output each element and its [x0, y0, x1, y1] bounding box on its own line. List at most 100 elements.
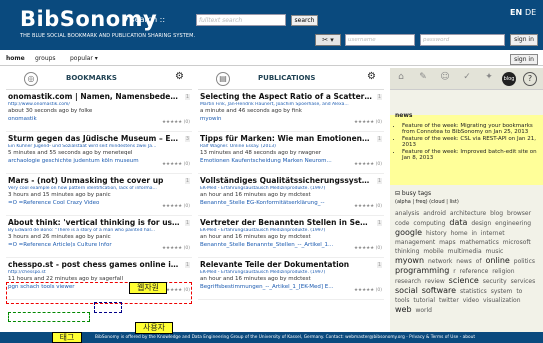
help-icon[interactable]: ? — [523, 72, 537, 86]
nav-groups[interactable]: groups — [35, 55, 56, 62]
tag-cloud-item[interactable]: google — [395, 228, 422, 237]
post-title[interactable]: onomastik.com | Namen, Namensbedeutung. … — [8, 92, 180, 102]
tag-cloud-item[interactable]: analysis — [395, 210, 419, 217]
tag-cloud-item[interactable]: blog — [490, 210, 503, 217]
tag-cloud-item[interactable]: of — [476, 258, 482, 265]
pencil-icon[interactable]: ✎ — [416, 72, 430, 86]
tag-cloud-item[interactable]: online — [485, 256, 509, 265]
tag-cloud-item[interactable]: code — [395, 220, 409, 227]
tag-cloud-item[interactable]: maps — [439, 239, 455, 246]
lang-en-link[interactable]: EN — [510, 8, 522, 17]
nav-popular[interactable]: popular ▾ — [70, 55, 98, 62]
tag-cloud-item[interactable]: reference — [460, 268, 489, 275]
tag-cloud-item[interactable]: engineering — [495, 220, 531, 227]
tag-cloud-item[interactable]: myown — [395, 256, 424, 265]
rating-stars: ★★★★★ (0) — [354, 120, 382, 125]
tag-cloud-item[interactable]: in — [472, 230, 477, 237]
search-dropdown[interactable]: ▾ search :: — [124, 15, 165, 24]
tag-cloud-item[interactable]: data — [449, 218, 467, 227]
post-title[interactable]: Vollständiges QualitätssicherungssystemG… — [200, 176, 372, 186]
post-count-badge: 1 — [184, 178, 190, 184]
post-title[interactable]: Sturm gegen das Jüdische Museum – Einflu… — [8, 134, 180, 144]
post-tags[interactable]: Benannte_Stelle EG-Konformitätserklärung… — [200, 200, 372, 208]
tag-cloud-item[interactable]: management — [395, 239, 435, 246]
search-input[interactable]: fulltext search — [196, 14, 286, 26]
tag-cloud-item[interactable]: history — [426, 230, 447, 237]
post-tags[interactable]: onomastik — [8, 116, 180, 124]
search-button[interactable]: search — [291, 15, 318, 26]
tag-cloud-item[interactable]: mobile — [423, 248, 443, 255]
tag-cloud-item[interactable]: music — [486, 248, 504, 255]
tag-cloud-item[interactable]: tutorial — [413, 297, 435, 304]
busy-tags-view-options[interactable]: (alpha | freq) (cloud | list) — [395, 199, 538, 205]
tag-cloud-item[interactable]: design — [471, 220, 491, 227]
check-icon[interactable]: ✓ — [460, 72, 474, 86]
tag-cloud-item[interactable]: multimedia — [448, 248, 482, 255]
tag-cloud-item[interactable]: mathematics — [460, 239, 499, 246]
post-title[interactable]: Tipps für Marken: Wie man Emotionen bei … — [200, 134, 372, 144]
tag-cloud-item[interactable]: news — [456, 258, 472, 265]
post-tags[interactable]: =O =Reference Article(s Culture Infor — [8, 242, 180, 250]
bookmark-add-icon[interactable]: ⌂ — [394, 72, 408, 86]
post-tags[interactable]: Emotionen Kaufentscheidung Marken Neurom… — [200, 158, 372, 166]
password-input[interactable]: password — [420, 34, 505, 46]
blog-icon[interactable]: blog — [502, 72, 516, 86]
post-title[interactable]: Mars - (not) Unmasking the cover up — [8, 176, 180, 186]
tag-cloud-item[interactable]: religion — [492, 268, 514, 275]
tag-cloud-item[interactable]: browser — [507, 210, 531, 217]
tag-cloud-item[interactable]: network — [428, 258, 452, 265]
tag-cloud-item[interactable]: social — [395, 286, 418, 295]
post-title[interactable]: chesspo.st - post chess games online in … — [8, 260, 180, 270]
nav-signin-button[interactable]: sign in — [510, 54, 538, 65]
post-title[interactable]: About think: 'vertical thinking is for u… — [8, 218, 180, 228]
tagline: THE BLUE SOCIAL BOOKMARK AND PUBLICATION… — [20, 33, 196, 39]
tag-cloud-item[interactable]: thinking — [395, 248, 419, 255]
post-title[interactable]: Vertreter der Benannten Stellen in Sekto… — [200, 218, 372, 228]
tag-cloud-item[interactable]: web — [395, 305, 412, 314]
busy-tags-heading[interactable]: ⊟ busy tags — [395, 190, 538, 197]
gear-icon[interactable]: ⚙ — [367, 71, 376, 82]
username-input[interactable]: username — [345, 34, 415, 46]
tag-cloud-item[interactable]: computing — [413, 220, 445, 227]
tag-cloud-item[interactable]: world — [415, 307, 432, 314]
header-signin-button[interactable]: sign in — [510, 34, 538, 46]
tag-cloud-item[interactable]: android — [423, 210, 446, 217]
tag-cloud-item[interactable]: services — [511, 278, 536, 285]
tag-cloud-item[interactable]: to — [516, 288, 522, 295]
tools-dropdown[interactable]: ✂ ▾ — [315, 34, 341, 46]
tag-cloud-item[interactable]: software — [422, 286, 456, 295]
tag-cloud-item[interactable]: microsoft — [503, 239, 531, 246]
tag-cloud-item[interactable]: review — [425, 278, 445, 285]
tag-cloud-item[interactable]: home — [451, 230, 468, 237]
person-icon[interactable]: ☺ — [438, 72, 452, 86]
tag-cloud-item[interactable]: tools — [395, 297, 410, 304]
tag-cloud-item[interactable]: programming — [395, 266, 449, 275]
tag-cloud-item[interactable]: twitter — [439, 297, 459, 304]
tag-cloud-item[interactable]: visualization — [483, 297, 520, 304]
post-tags[interactable]: =O =Reference Cool Crazy Video — [8, 200, 180, 208]
tag-cloud-item[interactable]: internet — [481, 230, 505, 237]
post-tags[interactable]: myowin — [200, 116, 372, 124]
tag-cloud-item[interactable]: politics — [514, 258, 535, 265]
post-tags[interactable]: archaologie geschichte judentum köln mus… — [8, 158, 180, 166]
tag-cloud-item[interactable]: video — [463, 297, 479, 304]
tag-cloud-item[interactable]: statistics — [460, 288, 487, 295]
news-item[interactable]: Feature of the week: Improved batch-edit… — [402, 149, 538, 161]
post-tags[interactable]: Benannte_Stelle Benannte_Stellen_--_Arti… — [200, 242, 372, 250]
nav-home[interactable]: home — [6, 55, 25, 62]
post-meta: about 30 seconds ago by folke — [8, 108, 93, 114]
tag-cloud-item[interactable]: system — [491, 288, 513, 295]
news-item[interactable]: Feature of the week: CSL via REST-API on… — [402, 136, 538, 148]
tag-cloud-item[interactable]: research — [395, 278, 421, 285]
gear-icon[interactable]: ⚙ — [175, 71, 184, 82]
tag-cloud-item[interactable]: architecture — [450, 210, 486, 217]
tag-icon[interactable]: ✦ — [482, 72, 496, 86]
news-item[interactable]: Feature of the week: Migrating your book… — [402, 123, 538, 135]
post-title[interactable]: Relevante Teile der Dokumentation — [200, 260, 372, 270]
tag-cloud-item[interactable]: r — [453, 268, 455, 275]
post-title[interactable]: Selecting the Aspect Ratio of a Scatter … — [200, 92, 372, 102]
post-tags[interactable]: Begriffsbestimmungen_--_Artikel_1_[EK-Me… — [200, 284, 372, 292]
tag-cloud-item[interactable]: security — [483, 278, 507, 285]
lang-de-link[interactable]: DE — [525, 8, 536, 17]
tag-cloud-item[interactable]: science — [449, 276, 479, 285]
